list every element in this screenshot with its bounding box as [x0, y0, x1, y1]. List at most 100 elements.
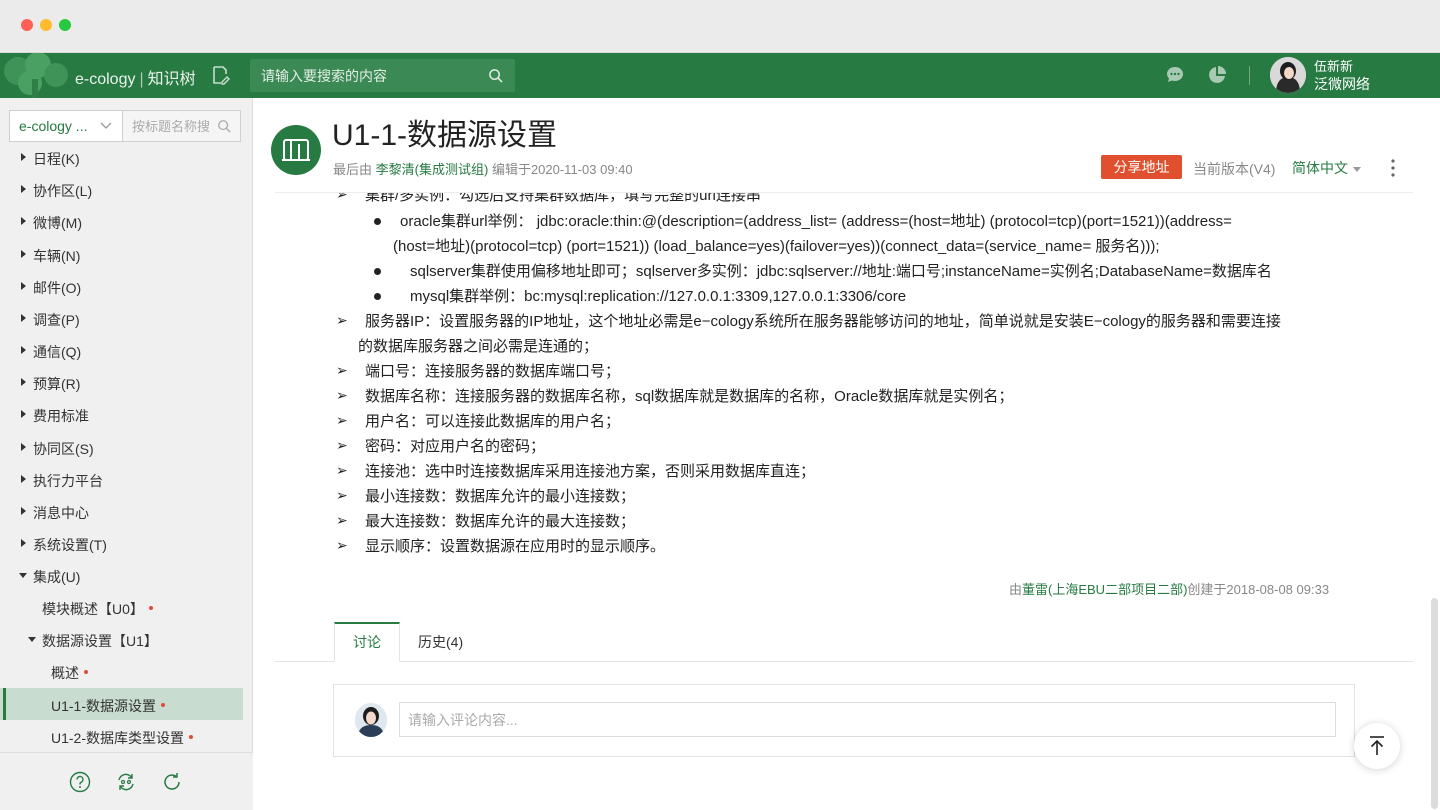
tree-item-collab-s[interactable]: 协同区(S) [0, 431, 243, 463]
tree-search-input[interactable] [123, 111, 218, 141]
caret-right-icon[interactable] [21, 217, 26, 225]
arrow-bullet-icon: ➢ [336, 487, 348, 503]
tree-item-label: 系统设置(T) [33, 537, 107, 553]
tree-search [122, 110, 241, 142]
arrow-bullet-icon: ➢ [336, 387, 348, 403]
tree-item-label: 消息中心 [33, 505, 89, 521]
more-options-icon[interactable] [1389, 158, 1397, 178]
caret-right-icon[interactable] [21, 443, 26, 451]
comment-box [333, 684, 1355, 757]
arrow-up-icon [1370, 736, 1384, 755]
arrow-bullet-icon: ➢ [336, 312, 348, 328]
creator-link[interactable]: 董雷(上海EBU二部项目二部) [1022, 582, 1187, 597]
global-search [250, 59, 515, 92]
back-to-top-button[interactable] [1354, 723, 1400, 769]
caret-down-icon[interactable] [28, 637, 36, 642]
tree-item-message-center[interactable]: 消息中心 [0, 495, 243, 527]
article-body: ➢ 集群/多实例：勾选后支持集群数据库，填写完整的url连接串 oracle集群… [253, 193, 1433, 593]
tree-item-execution-platform[interactable]: 执行力平台 [0, 463, 243, 495]
search-icon[interactable] [217, 119, 231, 133]
required-dot [149, 606, 153, 610]
search-icon[interactable] [488, 68, 503, 83]
statistics-pie-icon[interactable] [1207, 65, 1227, 85]
app-header: e-cology | 知识树 [0, 53, 1440, 98]
main-content: U1-1-数据源设置 最后由 李黎清(集成测试组) 编辑于2020-11-03 … [253, 98, 1440, 810]
caret-right-icon[interactable] [21, 378, 26, 386]
arrow-bullet-icon: ➢ [336, 537, 348, 553]
tree-item-integration[interactable]: 集成(U) [0, 559, 243, 591]
editor-link[interactable]: 李黎清(集成测试组) [376, 162, 489, 177]
tree-item-weibo[interactable]: 微博(M) [0, 205, 243, 237]
tree-item-module-overview[interactable]: 模块概述【U0】 [0, 591, 243, 623]
tree-item-collab-l[interactable]: 协作区(L) [0, 173, 243, 205]
tree-item-communication[interactable]: 通信(Q) [0, 334, 243, 366]
caret-right-icon[interactable] [21, 185, 26, 193]
tab-history[interactable]: 历史(4) [418, 632, 463, 652]
meta-suffix: 编辑于2020-11-03 09:40 [491, 162, 633, 177]
tab-discussion[interactable]: 讨论 [334, 622, 400, 662]
caret-right-icon[interactable] [21, 507, 26, 515]
content-line: 的数据库服务器之间必需是连通的； [358, 338, 599, 355]
arrow-bullet-icon: ➢ [336, 362, 348, 378]
created-prefix: 由 [1009, 582, 1023, 597]
tree-item-label: 执行力平台 [33, 473, 103, 489]
content-line: 服务器IP：设置服务器的IP地址，这个地址必需是e−cology系统所在服务器能… [365, 313, 1281, 330]
refresh-icon[interactable] [161, 771, 183, 793]
comment-input[interactable] [399, 702, 1336, 737]
caret-right-icon[interactable] [21, 250, 26, 258]
knowledge-tree-select[interactable]: e-cology ... [9, 110, 122, 142]
help-icon[interactable] [69, 771, 91, 793]
close-window-button[interactable] [21, 19, 33, 31]
tree-item-budget[interactable]: 预算(R) [0, 366, 243, 398]
content-line: sqlserver集群使用偏移地址即可；sqlserver多实例：jdbc:sq… [410, 263, 1272, 280]
caret-right-icon[interactable] [21, 475, 26, 483]
language-selector[interactable]: 简体中文 [1292, 158, 1361, 178]
chat-icon[interactable] [1165, 65, 1185, 85]
tree-item-label: 日程(K) [33, 151, 80, 167]
tree-item-label: 调查(P) [33, 312, 80, 328]
tree-logo-icon [0, 53, 74, 98]
window-titlebar [0, 0, 1440, 53]
scrollbar-thumb[interactable] [1431, 598, 1438, 809]
user-org[interactable]: 泛微网络 [1314, 76, 1370, 93]
arrow-bullet-icon: ➢ [336, 437, 348, 453]
tree-item-label: 预算(R) [33, 376, 81, 392]
chevron-down-icon [100, 122, 112, 129]
caret-right-icon[interactable] [21, 282, 26, 290]
content-line: 最小连接数：数据库允许的最小连接数； [365, 488, 636, 505]
tree-item-system-settings[interactable]: 系统设置(T) [0, 527, 243, 559]
content-line: 端口号：连接服务器的数据库端口号； [365, 363, 621, 380]
document-edit-icon[interactable] [210, 65, 230, 85]
tree-item-u1-1-active[interactable]: U1-1-数据源设置 [0, 688, 243, 720]
tabs-divider [275, 661, 1413, 662]
knowledge-tree-select-value: e-cology ... [19, 118, 88, 134]
global-search-input[interactable] [250, 59, 480, 92]
maximize-window-button[interactable] [59, 19, 71, 31]
tree-item-u1-2[interactable]: U1-2-数据库类型设置 [0, 720, 243, 752]
caret-right-icon[interactable] [21, 410, 26, 418]
tree-item-schedule[interactable]: 日程(K) [0, 148, 243, 173]
caret-right-icon[interactable] [21, 346, 26, 354]
tree-item-expense-standard[interactable]: 费用标准 [0, 398, 243, 430]
dot-bullet-icon [374, 268, 381, 275]
content-line: 最大连接数：数据库允许的最大连接数； [365, 513, 636, 530]
dot-bullet-icon [374, 218, 381, 225]
sync-icon[interactable] [115, 771, 137, 793]
active-indicator [3, 688, 6, 720]
created-suffix: 创建于2018-08-08 09:33 [1187, 582, 1330, 597]
minimize-window-button[interactable] [40, 19, 52, 31]
version-selector[interactable]: 当前版本(V4) [1193, 159, 1275, 179]
tree-item-survey[interactable]: 调查(P) [0, 302, 243, 334]
caret-right-icon[interactable] [21, 539, 26, 547]
user-name[interactable]: 伍新新 [1314, 58, 1353, 75]
tree-item-datasource-settings[interactable]: 数据源设置【U1】 [0, 623, 243, 655]
caret-down-icon[interactable] [19, 573, 27, 578]
tree-item-overview[interactable]: 概述 [0, 655, 243, 687]
caret-right-icon[interactable] [21, 153, 26, 161]
user-avatar[interactable] [1270, 57, 1306, 93]
tree-item-mail[interactable]: 邮件(O) [0, 270, 243, 302]
language-label: 简体中文 [1292, 160, 1348, 176]
tree-item-vehicle[interactable]: 车辆(N) [0, 238, 243, 270]
caret-right-icon[interactable] [21, 314, 26, 322]
share-button[interactable]: 分享地址 [1101, 155, 1182, 179]
